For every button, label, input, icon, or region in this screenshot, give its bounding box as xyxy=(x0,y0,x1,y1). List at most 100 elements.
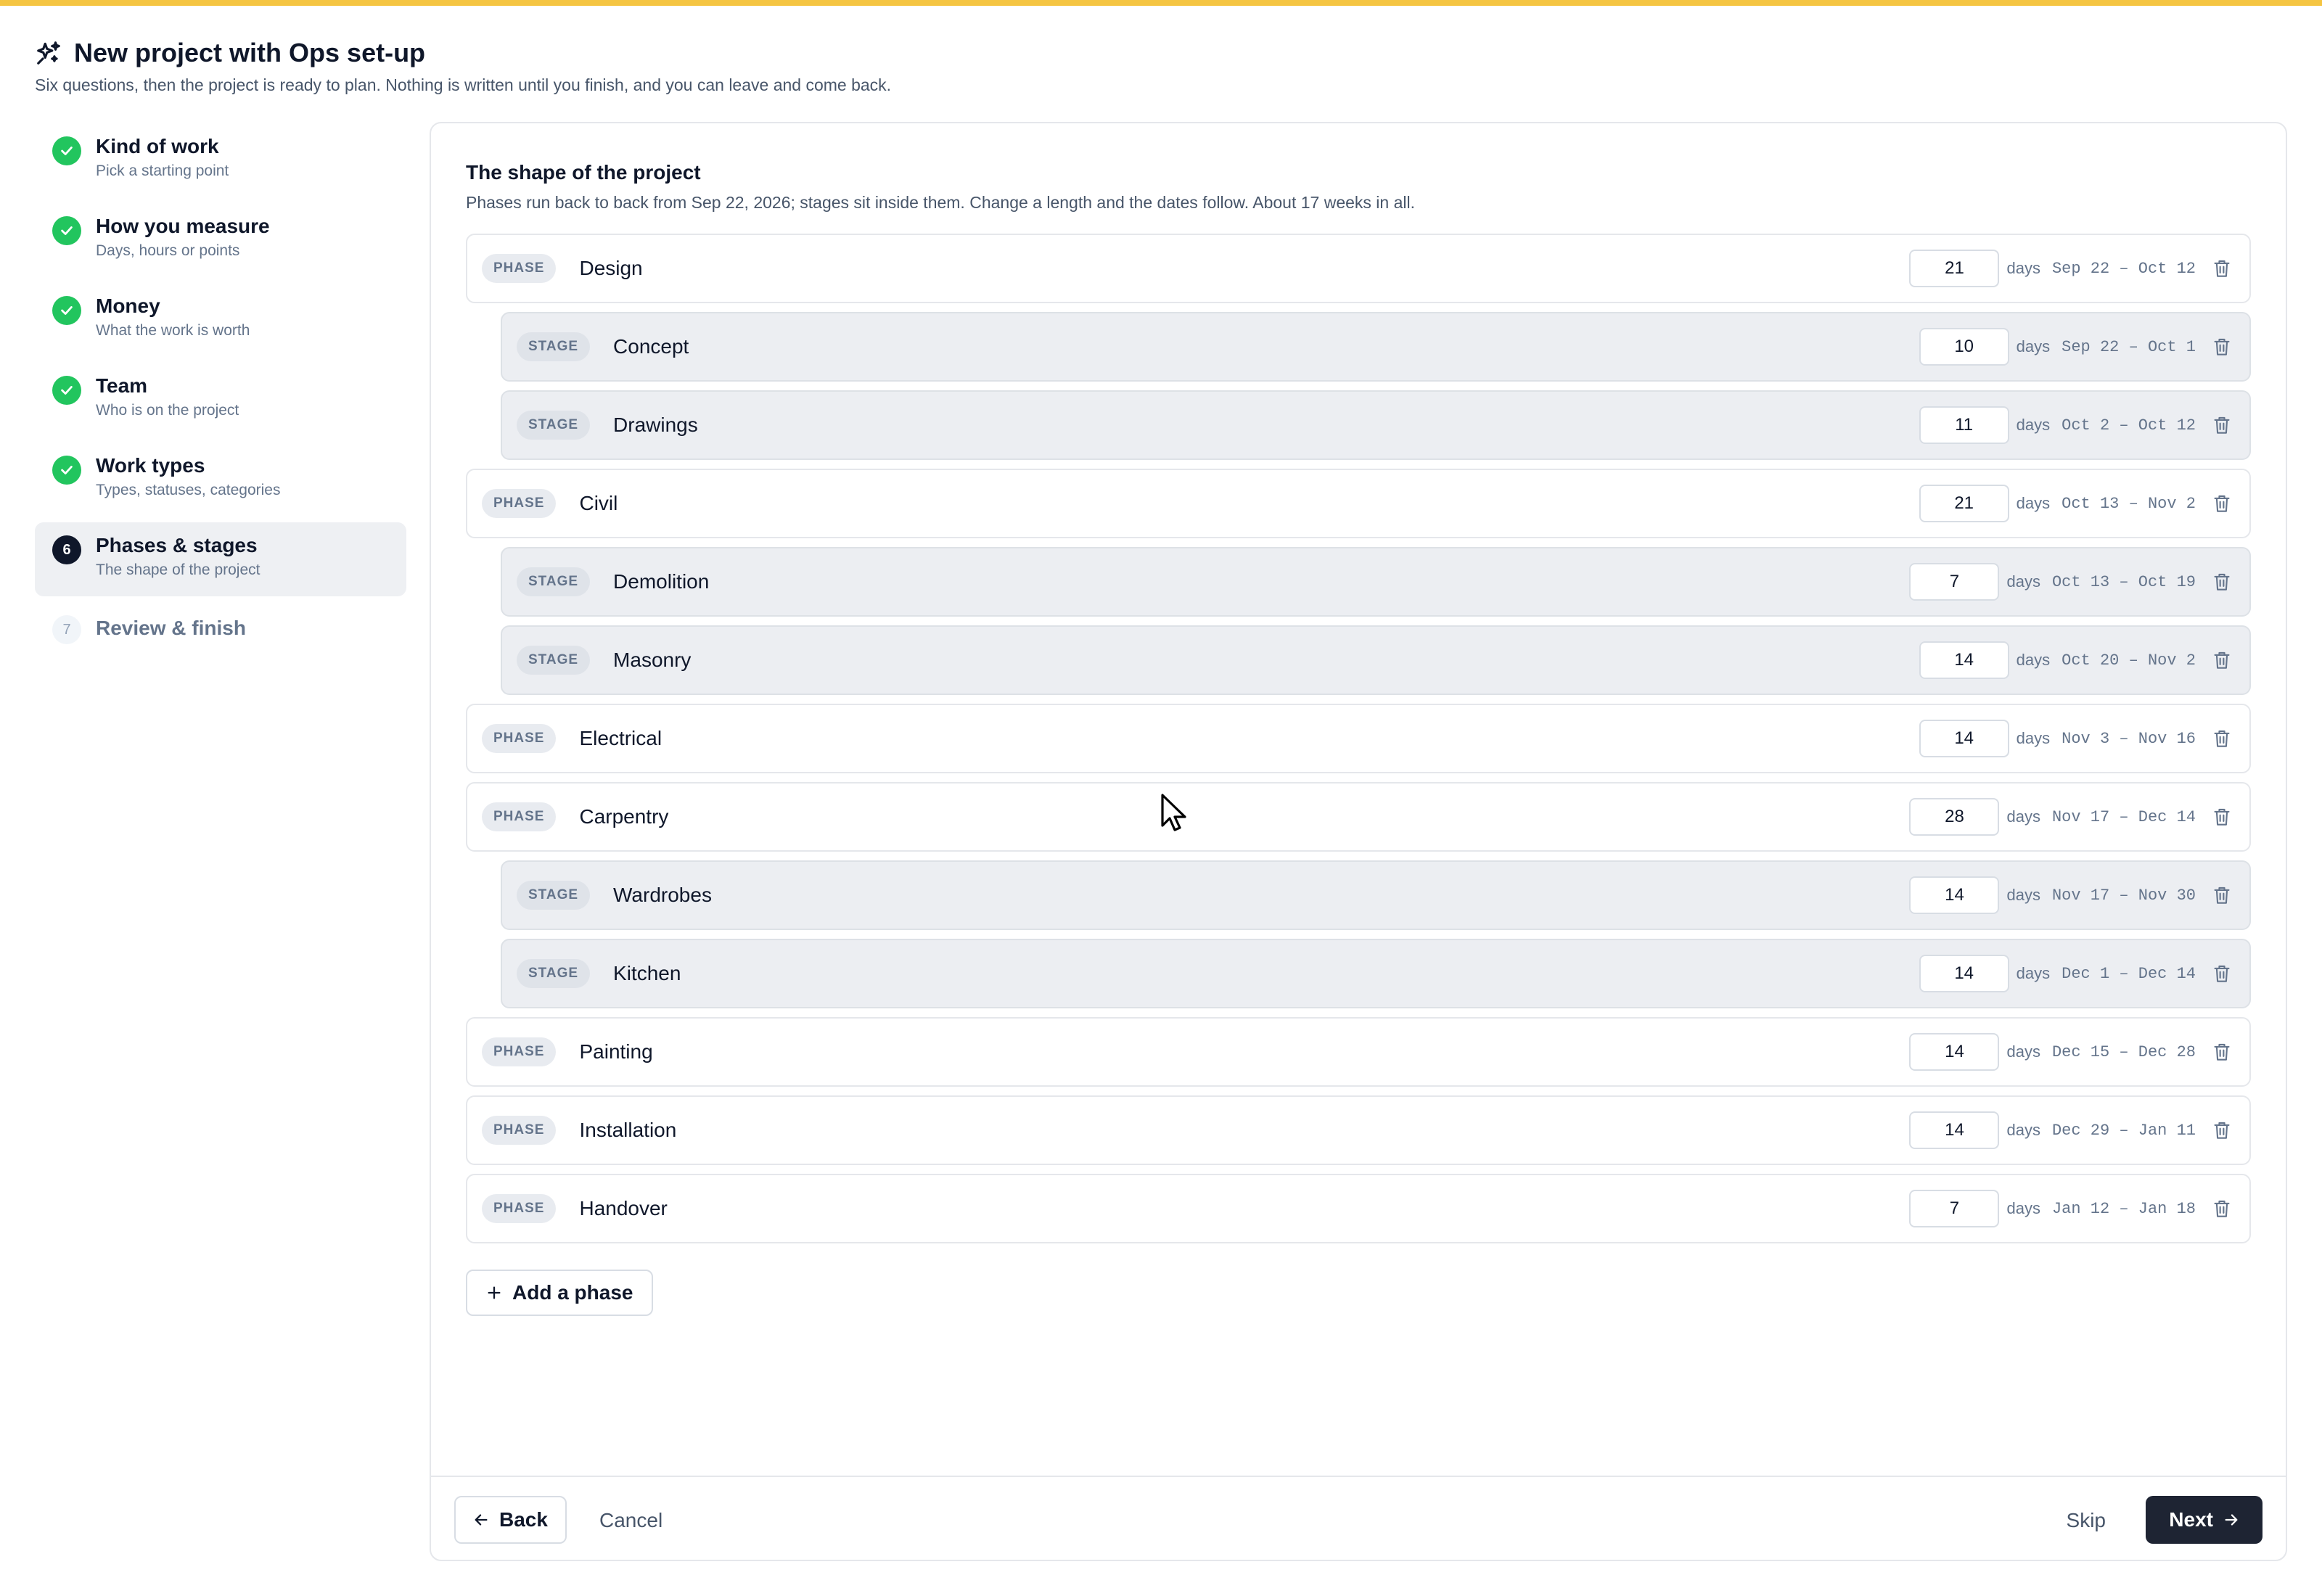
days-input[interactable] xyxy=(1909,250,2000,287)
check-icon xyxy=(52,216,81,245)
row-name[interactable]: Civil xyxy=(579,492,618,515)
step-subtitle: Pick a starting point xyxy=(96,163,229,179)
step-title: Phases & stages xyxy=(96,534,258,556)
check-icon xyxy=(52,456,81,485)
step-title: Money xyxy=(96,295,160,317)
days-input[interactable] xyxy=(1909,798,2000,836)
next-button[interactable]: Next xyxy=(2146,1496,2262,1544)
row-name[interactable]: Demolition xyxy=(613,570,709,593)
step-kind-of-work[interactable]: Kind of work Pick a starting point xyxy=(35,123,406,197)
date-range: Oct 2 – Oct 12 xyxy=(2062,416,2196,435)
step-review-finish[interactable]: 7 Review & finish xyxy=(35,602,406,676)
step-phases-stages[interactable]: 6 Phases & stages The shape of the project xyxy=(35,522,406,596)
row-duration: days Jan 12 – Jan 18 xyxy=(1909,1175,2232,1242)
trash-icon[interactable] xyxy=(2212,415,2232,435)
card-header: The shape of the project Phases run back… xyxy=(466,161,1415,213)
step-text: Phases & stages The shape of the project xyxy=(96,534,260,579)
row-duration: days Oct 2 – Oct 12 xyxy=(1919,392,2232,458)
page-header: New project with Ops set-up Six question… xyxy=(35,38,891,95)
row-name[interactable]: Carpentry xyxy=(579,805,668,828)
page-subtitle: Six questions, then the project is ready… xyxy=(35,75,892,94)
days-input[interactable] xyxy=(1909,1190,2000,1227)
cancel-link[interactable]: Cancel xyxy=(599,1509,662,1532)
phase-badge: PHASE xyxy=(482,1116,557,1145)
mouse-cursor-icon xyxy=(1161,794,1186,831)
row-name[interactable]: Concept xyxy=(613,335,689,358)
row-name[interactable]: Electrical xyxy=(579,727,662,750)
row-duration: days Nov 17 – Dec 14 xyxy=(1909,783,2232,850)
trash-icon[interactable] xyxy=(2212,337,2232,357)
row-name[interactable]: Installation xyxy=(579,1119,676,1142)
date-range: Nov 3 – Nov 16 xyxy=(2062,729,2196,748)
days-unit-label: days xyxy=(2006,1042,2040,1061)
stage-badge: STAGE xyxy=(517,332,591,361)
days-input[interactable] xyxy=(1909,876,2000,914)
row-name[interactable]: Drawings xyxy=(613,414,698,437)
step-money[interactable]: Money What the work is worth xyxy=(35,283,406,357)
days-input[interactable] xyxy=(1919,485,2009,522)
stage-badge: STAGE xyxy=(517,646,591,675)
days-input[interactable] xyxy=(1909,1033,2000,1071)
phase-row-painting: PHASE Painting days Dec 15 – Dec 28 xyxy=(466,1017,2251,1087)
trash-icon[interactable] xyxy=(2212,493,2232,514)
row-duration: days Dec 29 – Jan 11 xyxy=(1909,1097,2232,1164)
step-team[interactable]: Team Who is on the project xyxy=(35,363,406,437)
days-input[interactable] xyxy=(1909,1111,2000,1149)
days-input[interactable] xyxy=(1909,563,2000,601)
trash-icon[interactable] xyxy=(2212,258,2232,279)
row-name[interactable]: Handover xyxy=(579,1197,667,1220)
trash-icon[interactable] xyxy=(2212,807,2232,827)
row-name[interactable]: Kitchen xyxy=(613,962,681,985)
stage-row-masonry: STAGE Masonry days Oct 20 – Nov 2 xyxy=(501,625,2251,695)
trash-icon[interactable] xyxy=(2212,1120,2232,1140)
stage-badge: STAGE xyxy=(517,411,591,440)
days-input[interactable] xyxy=(1919,328,2009,366)
trash-icon[interactable] xyxy=(2212,1198,2232,1219)
phase-badge: PHASE xyxy=(482,1037,557,1066)
stage-badge: STAGE xyxy=(517,567,591,596)
days-input[interactable] xyxy=(1919,641,2009,679)
days-unit-label: days xyxy=(2016,337,2051,355)
phase-row-handover: PHASE Handover days Jan 12 – Jan 18 xyxy=(466,1174,2251,1243)
phase-badge: PHASE xyxy=(482,254,557,283)
step-how-you-measure[interactable]: How you measure Days, hours or points xyxy=(35,203,406,277)
trash-icon[interactable] xyxy=(2212,1042,2232,1062)
phase-row-carpentry: PHASE Carpentry days Nov 17 – Dec 14 xyxy=(466,782,2251,852)
days-unit-label: days xyxy=(2006,259,2040,277)
date-range: Sep 22 – Oct 12 xyxy=(2051,259,2196,278)
days-input[interactable] xyxy=(1919,406,2009,444)
step-work-types[interactable]: Work types Types, statuses, categories xyxy=(35,443,406,517)
page-title: New project with Ops set-up xyxy=(74,38,426,67)
back-label: Back xyxy=(499,1508,548,1531)
days-unit-label: days xyxy=(2016,494,2051,512)
back-button[interactable]: Back xyxy=(454,1496,567,1544)
skip-link[interactable]: Skip xyxy=(2067,1509,2106,1532)
trash-icon[interactable] xyxy=(2212,885,2232,905)
row-name[interactable]: Wardrobes xyxy=(613,884,712,907)
step-number: 7 xyxy=(52,615,81,644)
main-card: The shape of the project Phases run back… xyxy=(430,122,2287,1561)
wizard-footer: Back Cancel Skip Next xyxy=(431,1476,2286,1561)
row-name[interactable]: Painting xyxy=(579,1040,652,1064)
days-unit-label: days xyxy=(2016,729,2051,747)
add-phase-label: Add a phase xyxy=(512,1281,633,1304)
phase-list: PHASE Design days Sep 22 – Oct 12 STAGE Conce… xyxy=(466,234,2251,1252)
days-input[interactable] xyxy=(1919,955,2009,992)
step-text: Work types Types, statuses, categories xyxy=(96,454,280,499)
trash-icon[interactable] xyxy=(2212,963,2232,984)
days-unit-label: days xyxy=(2006,1121,2040,1139)
row-name[interactable]: Masonry xyxy=(613,649,691,672)
step-text: Team Who is on the project xyxy=(96,374,239,419)
wizard-steps: Kind of work Pick a starting point How you… xyxy=(35,123,406,682)
add-phase-button[interactable]: Add a phase xyxy=(466,1270,654,1316)
arrow-left-icon xyxy=(475,1514,488,1526)
trash-icon[interactable] xyxy=(2212,728,2232,749)
phase-row-design: PHASE Design days Sep 22 – Oct 12 xyxy=(466,234,2251,303)
step-text: Kind of work Pick a starting point xyxy=(96,135,229,180)
trash-icon[interactable] xyxy=(2212,572,2232,592)
days-input[interactable] xyxy=(1919,720,2009,757)
trash-icon[interactable] xyxy=(2212,650,2232,670)
stage-row-drawings: STAGE Drawings days Oct 2 – Oct 12 xyxy=(501,390,2251,460)
row-name[interactable]: Design xyxy=(579,257,642,280)
step-title: Team xyxy=(96,374,148,397)
